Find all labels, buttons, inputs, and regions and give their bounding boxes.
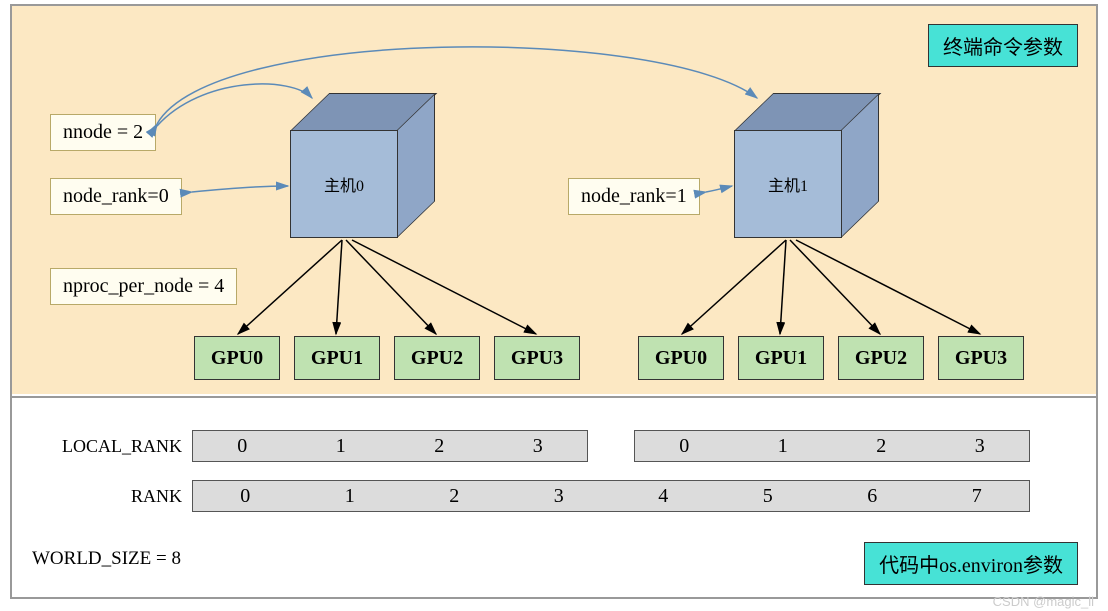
- rank-cell: 2: [402, 481, 507, 511]
- rank-cell: 1: [298, 481, 403, 511]
- terminal-params-badge: 终端命令参数: [928, 24, 1078, 67]
- host0-gpu0: GPU0: [194, 336, 280, 380]
- nnode-label: nnode = 2: [50, 114, 156, 151]
- bottom-section: LOCAL_RANK RANK WORLD_SIZE = 8 0 1 2 3 0…: [12, 396, 1096, 597]
- local-rank-cell: 1: [292, 431, 391, 461]
- rank-cell: 4: [611, 481, 716, 511]
- nproc-per-node-label: nproc_per_node = 4: [50, 268, 237, 305]
- local-rank-cell: 1: [734, 431, 833, 461]
- watermark: CSDN @magic_ll: [993, 594, 1094, 609]
- local-rank-cell: 0: [635, 431, 734, 461]
- rank-cell: 6: [820, 481, 925, 511]
- local-rank-cell: 0: [193, 431, 292, 461]
- host0-gpu1: GPU1: [294, 336, 380, 380]
- local-rank-bar-host1: 0 1 2 3: [634, 430, 1030, 462]
- environ-params-badge: 代码中os.environ参数: [864, 542, 1078, 585]
- host1-gpu2: GPU2: [838, 336, 924, 380]
- rank-cell: 7: [925, 481, 1030, 511]
- rank-label: RANK: [12, 486, 182, 507]
- host0-gpu2: GPU2: [394, 336, 480, 380]
- host1-gpu3: GPU3: [938, 336, 1024, 380]
- local-rank-label: LOCAL_RANK: [12, 436, 182, 457]
- world-size-label: WORLD_SIZE = 8: [32, 548, 181, 570]
- local-rank-bar-host0: 0 1 2 3: [192, 430, 588, 462]
- host1-gpu1: GPU1: [738, 336, 824, 380]
- local-rank-cell: 2: [832, 431, 931, 461]
- host0-label: 主机0: [290, 130, 398, 238]
- host1-gpu0: GPU0: [638, 336, 724, 380]
- host0-gpu3: GPU3: [494, 336, 580, 380]
- noderank1-label: node_rank=1: [568, 178, 700, 215]
- noderank0-label: node_rank=0: [50, 178, 182, 215]
- diagram-frame: 终端命令参数 nnode = 2 node_rank=0 nproc_per_n…: [10, 4, 1098, 599]
- local-rank-cell: 3: [489, 431, 588, 461]
- local-rank-cell: 3: [931, 431, 1030, 461]
- rank-cell: 5: [716, 481, 821, 511]
- host1-label: 主机1: [734, 130, 842, 238]
- rank-cell: 3: [507, 481, 612, 511]
- rank-bar: 0 1 2 3 4 5 6 7: [192, 480, 1030, 512]
- local-rank-cell: 2: [390, 431, 489, 461]
- rank-cell: 0: [193, 481, 298, 511]
- top-section: 终端命令参数 nnode = 2 node_rank=0 nproc_per_n…: [12, 6, 1096, 394]
